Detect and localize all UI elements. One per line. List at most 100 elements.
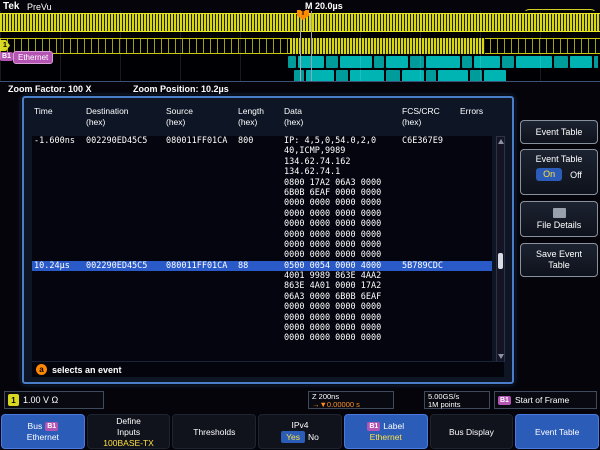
event-row-continuation: 0000 0000 0000 0000 xyxy=(32,209,492,219)
bus-packet-box xyxy=(410,56,424,68)
column-header-destination: Destination(hex) xyxy=(84,106,164,134)
event-row-continuation: 134.62.74.1 xyxy=(32,167,492,177)
event-table-body: -1.600ns002290ED45C5080011FF01CA800IP: 4… xyxy=(32,136,492,362)
ipv4-yes-option[interactable]: Yes xyxy=(281,431,305,443)
event-cell: 800 xyxy=(236,136,282,146)
event-row-continuation: 0000 0000 0000 0000 xyxy=(32,323,492,333)
status-bar: 1 1.00 V Ω Z 200ns →▼0.00000 s 5.00GS/s … xyxy=(0,389,600,412)
event-cell: 0000 0000 0000 0000 xyxy=(282,250,400,260)
file-details-button[interactable]: File Details xyxy=(520,201,598,237)
event-cell: 0000 0000 0000 0000 xyxy=(282,219,400,229)
column-header-fcs: FCS/CRC(hex) xyxy=(400,106,458,134)
zoom-readout-bar: Zoom Factor: 100 X Zoom Position: 10.2µs xyxy=(0,81,600,96)
event-row-continuation: 0000 0000 0000 0000 xyxy=(32,313,492,323)
event-row-continuation: 863E 4A01 0000 17A2 xyxy=(32,281,492,291)
event-cell: 863E 4A01 0000 17A2 xyxy=(282,281,400,291)
event-cell-spacer xyxy=(32,323,282,333)
event-cell xyxy=(458,261,490,271)
menu-button-bus[interactable]: BusB1 Ethernet xyxy=(1,414,85,449)
event-cell: 0000 0000 0000 0000 xyxy=(282,230,400,240)
event-cell-spacer xyxy=(32,230,282,240)
event-cell-spacer xyxy=(32,313,282,323)
event-cell: -1.600ns xyxy=(32,136,84,146)
event-row-continuation: 0000 0000 0000 0000 xyxy=(32,302,492,312)
ipv4-no-option[interactable]: No xyxy=(308,432,319,442)
event-row-continuation: 0000 0000 0000 0000 xyxy=(32,219,492,229)
event-row[interactable]: -1.600ns002290ED45C5080011FF01CA800IP: 4… xyxy=(32,136,492,146)
event-cell-spacer xyxy=(32,188,282,198)
trigger-position-value: →▼0.00000 s xyxy=(312,401,390,409)
event-cell: 080011FF01CA xyxy=(164,261,236,271)
scope-screen: { "header": {"logo": "Tek", "mode": "Pre… xyxy=(0,0,600,450)
save-event-table-button[interactable]: Save Event Table xyxy=(520,243,598,277)
event-cell: 0800 17A2 06A3 0000 xyxy=(282,178,400,188)
event-cell: 080011FF01CA xyxy=(164,136,236,146)
main-timebase-readout: M 20.0µs xyxy=(305,1,343,11)
column-header-time: Time xyxy=(32,106,84,134)
zoom-window-right-edge[interactable] xyxy=(311,11,312,81)
file-details-label: File Details xyxy=(537,220,582,230)
bus-packet-box xyxy=(516,56,552,68)
zoom-factor-readout: Zoom Factor: 100 X xyxy=(8,84,92,94)
ipv4-label: IPv4 xyxy=(292,420,309,430)
define-inputs-value: 100BASE-TX xyxy=(103,438,154,448)
event-cell-spacer xyxy=(32,292,282,302)
file-icon xyxy=(553,208,566,218)
bus-decode-row-main xyxy=(288,56,598,68)
scrollbar-down-arrow-icon[interactable] xyxy=(498,354,504,359)
menu-button-bus-display[interactable]: Bus Display xyxy=(430,414,514,449)
event-cell: 134.62.74.1 xyxy=(282,167,400,177)
scrollbar-thumb[interactable] xyxy=(498,253,503,269)
bus-packet-box xyxy=(502,56,514,68)
bus-button-b1-badge: B1 xyxy=(45,422,58,431)
column-header-data: Data(hex) xyxy=(282,106,400,134)
toggle-on-option[interactable]: On xyxy=(536,168,562,181)
event-cell-spacer xyxy=(32,157,282,167)
event-row-continuation: 0800 17A2 06A3 0000 xyxy=(32,178,492,188)
event-cell-spacer xyxy=(32,146,282,156)
channel1-readout: 1 1.00 V Ω xyxy=(4,391,104,409)
bus-packet-box xyxy=(340,56,372,68)
event-table-button-label: Event Table xyxy=(535,427,579,437)
menu-button-label[interactable]: B1Label Ethernet xyxy=(344,414,428,449)
event-cell-spacer xyxy=(32,178,282,188)
event-cell: 0000 0000 0000 0000 xyxy=(282,302,400,312)
define-inputs-label1: Define xyxy=(116,416,141,426)
event-cell: IP: 4,5,0,54.0,2,0 xyxy=(282,136,400,146)
save-label: Save Event Table xyxy=(529,249,589,271)
toggle-off-option[interactable]: Off xyxy=(570,170,582,180)
event-row-continuation: 6B0B 6EAF 0000 0000 xyxy=(32,188,492,198)
event-table-scrollbar[interactable] xyxy=(496,136,505,362)
event-row[interactable]: 10.24µs002290ED45C5080011FF01CA880500 00… xyxy=(32,261,492,271)
scrollbar-up-arrow-icon[interactable] xyxy=(498,139,504,144)
label-button-b1-badge: B1 xyxy=(367,422,380,431)
event-cell: 0500 0054 0000 4000 xyxy=(282,261,400,271)
event-table-dialog: Time Destination(hex) Source(hex) Length… xyxy=(22,96,514,384)
event-table-toggle-button[interactable]: Event Table On Off xyxy=(520,149,598,195)
event-cell-spacer xyxy=(32,219,282,229)
bus-packet-box xyxy=(288,56,296,68)
event-cell: 88 xyxy=(236,261,282,271)
event-cell-spacer xyxy=(32,250,282,260)
zoom-window-left-edge[interactable] xyxy=(300,11,301,81)
event-cell-spacer xyxy=(32,167,282,177)
knob-a-indicator: a xyxy=(36,364,47,375)
event-cell: 40,ICMP,9989 xyxy=(282,146,400,156)
bus-packet-box xyxy=(570,56,592,68)
event-row-continuation: 0000 0000 0000 0000 xyxy=(32,240,492,250)
column-header-length: Length(hex) xyxy=(236,106,282,134)
event-cell-spacer xyxy=(32,240,282,250)
menu-button-event-table[interactable]: Event Table xyxy=(515,414,599,449)
zoom-position-readout: Zoom Position: 10.2µs xyxy=(133,84,229,94)
event-cell-spacer xyxy=(32,281,282,291)
menu-button-define-inputs[interactable]: Define Inputs 100BASE-TX xyxy=(87,414,171,449)
trigger-b1-badge: B1 xyxy=(498,396,511,405)
side-menu-title: Event Table xyxy=(520,120,598,144)
menu-button-thresholds[interactable]: Thresholds xyxy=(172,414,256,449)
menu-button-ipv4[interactable]: IPv4 Yes No xyxy=(258,414,342,449)
bus-packet-box xyxy=(474,56,500,68)
trigger-source-readout: B1 Start of Frame xyxy=(494,391,597,409)
toggle-label: Event Table xyxy=(521,154,597,164)
event-cell: 134.62.74.162 xyxy=(282,157,400,167)
event-cell: 0000 0000 0000 0000 xyxy=(282,333,400,343)
